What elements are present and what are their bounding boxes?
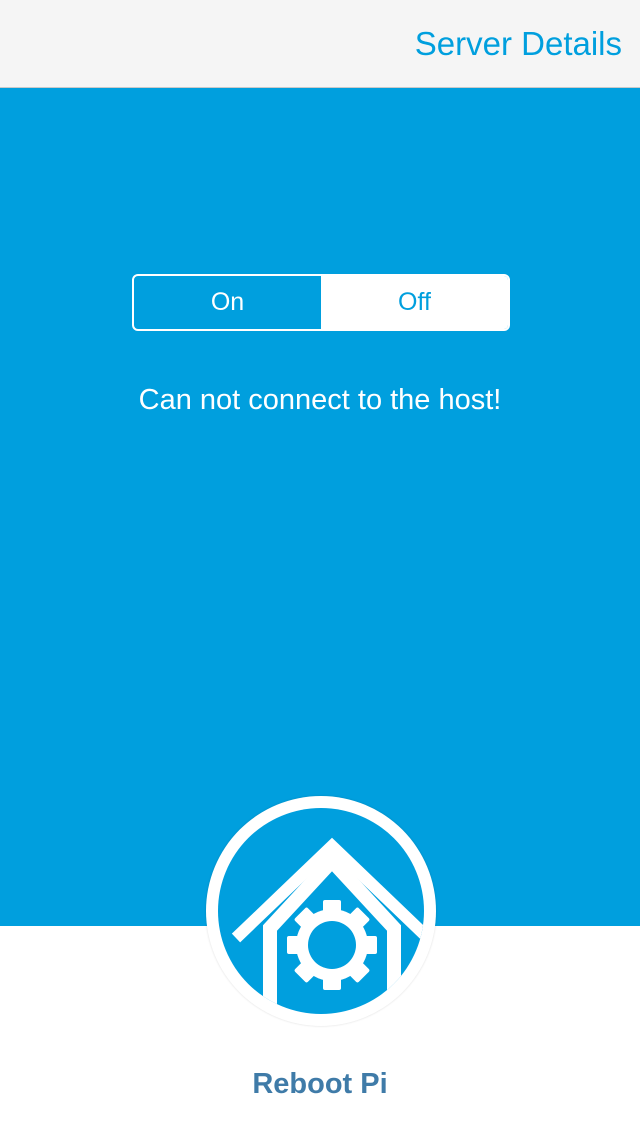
reboot-button[interactable] (206, 796, 436, 1026)
connection-status-message: Can not connect to the host! (138, 384, 502, 416)
server-details-button[interactable]: Server Details (415, 24, 622, 64)
navigation-bar: Server Details (0, 0, 640, 88)
power-toggle[interactable]: On Off (132, 274, 510, 331)
reboot-label[interactable]: Reboot Pi (0, 1068, 640, 1101)
house-gear-icon (231, 837, 424, 1014)
power-on-segment[interactable]: On (134, 276, 321, 329)
power-off-segment[interactable]: Off (321, 276, 508, 329)
reboot-icon-background (218, 808, 424, 1014)
